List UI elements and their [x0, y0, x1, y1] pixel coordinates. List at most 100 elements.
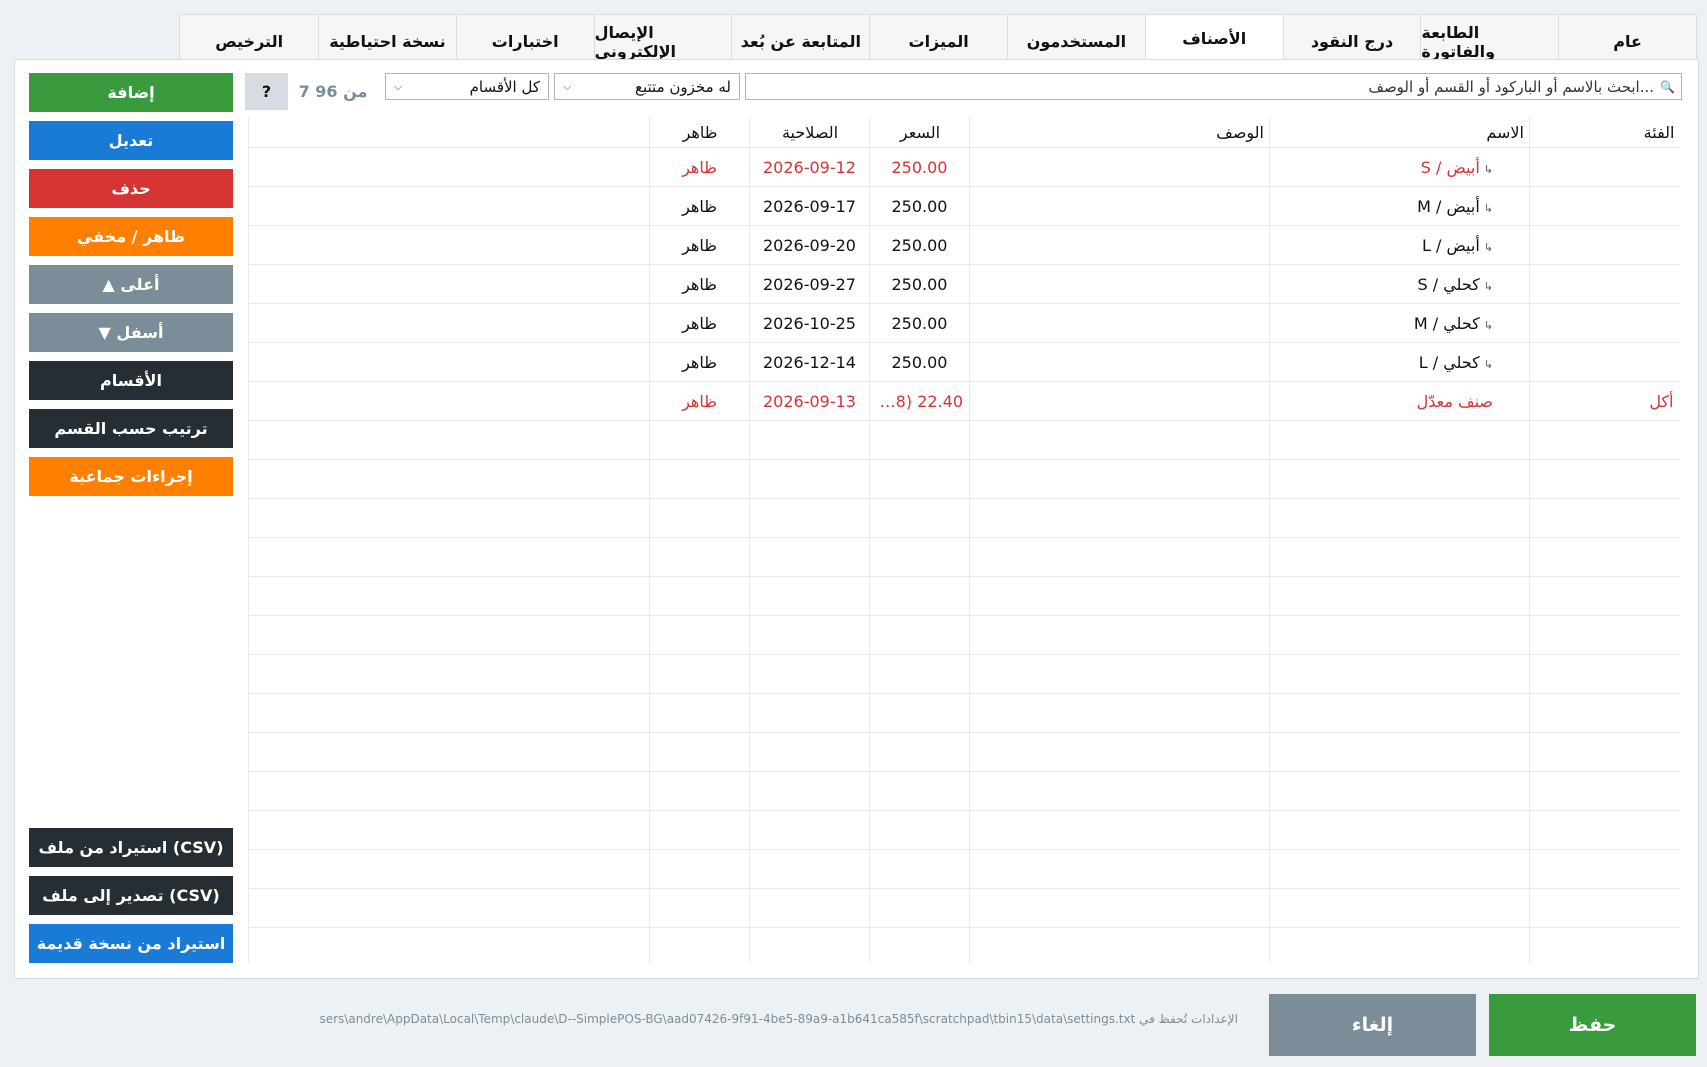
- bulk-actions-button[interactable]: إجراءات جماعية: [29, 457, 233, 496]
- cell-expiry: 2026-09-12: [749, 147, 870, 187]
- cell-visible-text: ظاهر: [682, 157, 717, 177]
- move-up-button[interactable]: ▲ أعلى: [29, 265, 233, 304]
- column-header-price[interactable]: السعر: [869, 117, 970, 148]
- edit-item-button[interactable]: تعديل: [29, 121, 233, 160]
- move-down-button[interactable]: ▼ أسفل: [29, 313, 233, 352]
- cell-price-text: 22.40 (28)...: [869, 391, 964, 411]
- empty-cell: [248, 849, 650, 889]
- empty-row: [248, 576, 1679, 616]
- table-row[interactable]: أكل صنف معدّل 22.40 (28)... 2026-09-13 ظاهر: [248, 381, 1679, 421]
- cell-visible: ظاهر: [649, 264, 750, 304]
- empty-cell: [1269, 693, 1530, 733]
- help-button[interactable]: ?: [245, 73, 288, 110]
- empty-cell: [649, 771, 750, 811]
- cancel-button[interactable]: إلغاء: [1269, 994, 1476, 1056]
- cell-visible: ظاهر: [649, 186, 750, 226]
- cell-category: [1529, 147, 1679, 187]
- search-placeholder: ابحث بالاسم أو الباركود أو القسم أو الوص…: [1368, 77, 1655, 96]
- settings-path-note: الإعدادات تُحفظ في C:\Users\andre\AppDat…: [320, 1012, 1238, 1026]
- category-filter-value: كل الأقسام: [469, 77, 540, 96]
- table-row[interactable]: ↳أبيض / M 250.00 2026-09-17 ظاهر: [248, 186, 1679, 226]
- empty-cell: [869, 771, 970, 811]
- import-legacy-button[interactable]: استيراد من نسخة قديمة: [29, 924, 233, 963]
- tab-7[interactable]: الإيصال الإلكتروني: [593, 15, 732, 61]
- empty-cell: [649, 888, 750, 928]
- category-filter-select[interactable]: كل الأقسام ⌵: [385, 73, 549, 100]
- cell-expiry: 2026-10-25: [749, 303, 870, 343]
- export-csv-button[interactable]: تصدير إلى ملف (CSV): [29, 876, 233, 915]
- table-row[interactable]: ↳كحلي / M 250.00 2026-10-25 ظاهر: [248, 303, 1679, 343]
- column-header-filler: [248, 117, 650, 148]
- empty-cell: [1529, 927, 1679, 963]
- empty-cell: [869, 654, 970, 694]
- stock-filter-select[interactable]: له مخزون متتبع ⌵: [554, 73, 740, 100]
- add-item-button[interactable]: إضافة: [29, 73, 233, 112]
- empty-cell: [749, 849, 870, 889]
- sort-by-category-button[interactable]: ترتيب حسب القسم: [29, 409, 233, 448]
- table-row[interactable]: ↳أبيض / L 250.00 2026-09-20 ظاهر: [248, 225, 1679, 265]
- variant-marker-icon: ↳: [1483, 357, 1493, 371]
- toggle-visibility-button[interactable]: ظاهر / مخفي: [29, 217, 233, 256]
- empty-cell: [869, 732, 970, 772]
- stock-filter-value: له مخزون متتبع: [635, 77, 731, 96]
- tab-4[interactable]: المستخدمون: [1007, 15, 1145, 60]
- tab-2[interactable]: درج النقود: [1282, 15, 1421, 60]
- item-search-input[interactable]: 🔍 ابحث بالاسم أو الباركود أو القسم أو ال…: [745, 73, 1682, 100]
- empty-cell: [749, 498, 870, 538]
- save-button[interactable]: حفظ: [1489, 994, 1696, 1056]
- tab-8[interactable]: اختبارات: [455, 15, 594, 60]
- cell-expiry: 2026-09-20: [749, 225, 870, 265]
- tab-1[interactable]: الطابعة والفاتورة: [1420, 15, 1559, 61]
- tab-0[interactable]: عام: [1558, 15, 1696, 60]
- tab-5[interactable]: الميزات: [869, 15, 1008, 60]
- cell-expiry-text: 2026-12-14: [763, 352, 856, 372]
- cell-description: [969, 303, 1270, 343]
- empty-cell: [248, 420, 650, 460]
- tab-9[interactable]: نسخة احتياطية: [318, 15, 456, 60]
- empty-cell: [649, 459, 750, 499]
- cell-name-text: صنف معدّل: [1416, 391, 1493, 411]
- empty-row: [248, 810, 1679, 850]
- table-row[interactable]: ↳أبيض / S 250.00 2026-09-12 ظاهر: [248, 147, 1679, 187]
- empty-cell: [869, 576, 970, 616]
- delete-item-button[interactable]: حذف: [29, 169, 233, 208]
- empty-cell: [1529, 576, 1679, 616]
- cell-description: [969, 186, 1270, 226]
- cell-expiry: 2026-09-17: [749, 186, 870, 226]
- column-header-category[interactable]: الفئة: [1529, 117, 1679, 148]
- table-row[interactable]: ↳كحلي / S 250.00 2026-09-27 ظاهر: [248, 264, 1679, 304]
- empty-cell: [969, 693, 1270, 733]
- cell-price-text: 250.00: [891, 235, 948, 255]
- cell-visible: ظاهر: [649, 303, 750, 343]
- empty-cell: [649, 732, 750, 772]
- empty-cell: [969, 732, 1270, 772]
- cell-category: [1529, 264, 1679, 304]
- tab-10[interactable]: الترخيص: [180, 15, 319, 60]
- column-header-description[interactable]: الوصف: [969, 117, 1270, 148]
- tab-6[interactable]: المتابعة عن بُعد: [731, 15, 870, 60]
- variant-marker-icon: ↳: [1483, 279, 1493, 293]
- empty-cell: [649, 498, 750, 538]
- categories-button[interactable]: الأقسام: [29, 361, 233, 400]
- empty-cell: [749, 888, 870, 928]
- table-row[interactable]: ↳كحلي / L 250.00 2026-12-14 ظاهر: [248, 342, 1679, 382]
- empty-row: [248, 498, 1679, 538]
- cell-category-text: أكل: [1649, 391, 1674, 411]
- cell-name: ↳كحلي / L: [1269, 342, 1530, 382]
- cell-category: [1529, 303, 1679, 343]
- empty-cell: [749, 654, 870, 694]
- cell-visible: ظاهر: [649, 342, 750, 382]
- column-header-name[interactable]: الاسم: [1269, 117, 1530, 148]
- cell-name: ↳كحلي / S: [1269, 264, 1530, 304]
- empty-cell: [248, 576, 650, 616]
- empty-cell: [749, 537, 870, 577]
- cell-expiry: 2026-09-13: [749, 381, 870, 421]
- tab-3[interactable]: الأصناف: [1144, 15, 1283, 62]
- empty-cell: [1269, 576, 1530, 616]
- chevron-down-icon: ⌵: [563, 79, 572, 93]
- column-header-visible[interactable]: ظاهر: [649, 117, 750, 148]
- empty-cell: [969, 771, 1270, 811]
- cell-filler: [248, 147, 650, 187]
- import-csv-button[interactable]: استيراد من ملف (CSV): [29, 828, 233, 867]
- column-header-expiry[interactable]: الصلاحية: [749, 117, 870, 148]
